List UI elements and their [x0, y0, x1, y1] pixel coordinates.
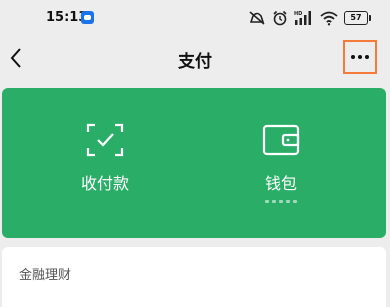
- wallet-button[interactable]: 钱包: [186, 88, 376, 238]
- more-dots-icon: [351, 55, 355, 59]
- scan-check-icon: [86, 123, 124, 157]
- wallet-balance-placeholder: [265, 200, 297, 203]
- status-bar: 15:13 HD 57: [0, 0, 390, 36]
- wifi-icon: [320, 10, 338, 26]
- finance-section: 金融理财: [2, 247, 386, 307]
- alarm-icon: [272, 10, 288, 26]
- title-bar: 支付: [0, 36, 390, 80]
- wallet-icon: [262, 124, 300, 156]
- more-dot: [358, 55, 362, 59]
- more-button[interactable]: [343, 40, 377, 74]
- pay-card: 收付款 钱包: [2, 88, 386, 238]
- page-title: 支付: [178, 52, 212, 72]
- hd-signal-icon: HD: [294, 10, 314, 26]
- app-notification-icon: [81, 11, 94, 24]
- receive-pay-button[interactable]: 收付款: [10, 88, 200, 238]
- svg-text:HD: HD: [294, 11, 302, 17]
- section-title: 金融理财: [19, 268, 72, 283]
- more-dot: [365, 55, 369, 59]
- battery-icon: 57: [344, 11, 371, 25]
- status-icons: HD 57: [248, 9, 371, 27]
- wallet-label: 钱包: [264, 174, 297, 193]
- mute-vibrate-icon: [248, 10, 266, 26]
- receive-pay-label: 收付款: [80, 174, 129, 193]
